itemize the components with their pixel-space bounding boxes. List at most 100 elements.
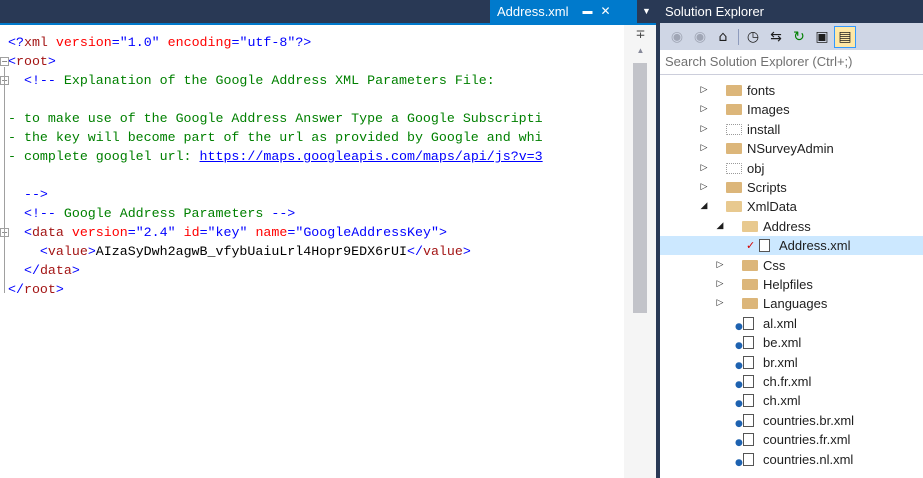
checked-in-icon: ✓	[746, 239, 756, 252]
code-line[interactable]: <!-- Google Address Parameters -->	[0, 204, 624, 223]
collapse-all-icon[interactable]: ▣	[811, 26, 833, 48]
code-token: value	[47, 244, 88, 259]
code-token: >	[438, 225, 447, 240]
tree-item[interactable]: ▷ Helpfiles	[660, 275, 923, 294]
code-token: "2.4"	[135, 225, 176, 240]
code-line[interactable]: -->	[0, 185, 624, 204]
back-icon[interactable]: ◉	[666, 26, 688, 48]
code-token: >	[47, 54, 56, 69]
tree-item-label: NSurveyAdmin	[747, 141, 834, 156]
code-token: <!--	[23, 73, 56, 88]
split-view-icon[interactable]: ∓	[634, 28, 647, 41]
expanded-arrow-icon[interactable]: ◢	[698, 197, 710, 216]
sync-icon[interactable]: ⇆	[765, 26, 787, 48]
code-line[interactable]: </root>	[0, 280, 624, 299]
show-all-files-icon[interactable]: ▤	[834, 25, 856, 48]
code-token: - to make use of the Google Address Answ…	[8, 111, 543, 126]
code-line-text: <?xml version="1.0" encoding="utf-8"?>	[8, 33, 311, 52]
collapse-icon[interactable]: −	[0, 57, 9, 66]
solution-explorer-search[interactable]: Search Solution Explorer (Ctrl+;)	[660, 50, 923, 75]
tree-item-label: fonts	[747, 83, 776, 98]
collapsed-arrow-icon[interactable]: ▷	[698, 139, 710, 158]
collapsed-arrow-icon[interactable]: ▷	[714, 256, 726, 275]
code-token: </	[407, 244, 423, 259]
scroll-thumb[interactable]	[633, 63, 647, 313]
tree-item[interactable]: ▷ NSurveyAdmin	[660, 139, 923, 158]
code-line-text: - complete googlel url: https://maps.goo…	[8, 147, 543, 166]
collapsed-arrow-icon[interactable]: ▷	[714, 294, 726, 313]
history-icon[interactable]: ◷	[742, 26, 764, 48]
tree-item[interactable]: ◢ XmlData	[660, 197, 923, 216]
tree-item[interactable]: ● countries.fr.xml	[660, 430, 923, 449]
tree-item[interactable]: ● be.xml	[660, 333, 923, 352]
tree-item[interactable]: ▷ Scripts	[660, 178, 923, 197]
toolbar-separator	[738, 28, 739, 45]
tree-item[interactable]: ● al.xml	[660, 314, 923, 333]
code-area[interactable]: <?xml version="1.0" encoding="utf-8"?> <r…	[0, 25, 624, 478]
code-token: </	[8, 282, 24, 297]
code-line[interactable]: <data version="2.4" id="key" name="Googl…	[0, 223, 624, 242]
tree-item-label: Images	[747, 102, 790, 117]
collapsed-arrow-icon[interactable]: ▷	[698, 81, 710, 100]
code-token: >	[55, 282, 64, 297]
code-line[interactable]: <root>	[0, 52, 624, 71]
code-token: -->	[23, 187, 48, 202]
forward-icon[interactable]: ◉	[689, 26, 711, 48]
tree-item-label: countries.nl.xml	[763, 452, 854, 467]
code-line[interactable]: - to make use of the Google Address Answ…	[0, 109, 624, 128]
tree-item[interactable]: ◢ Address	[660, 217, 923, 236]
collapsed-arrow-icon[interactable]: ▷	[698, 100, 710, 119]
tree-item-label: al.xml	[763, 316, 797, 331]
code-token: AIzaSyDwh2agwB_vfybUaiuLrl4Hopr9EDX6rUI	[95, 244, 407, 259]
tree-item-label: XmlData	[747, 199, 797, 214]
tree-item[interactable]: ▷ Images	[660, 100, 923, 119]
folder-icon	[726, 182, 742, 193]
code-line[interactable]: - complete googlel url: https://maps.goo…	[0, 147, 624, 166]
tab-dropdown-icon[interactable]: ▼	[637, 0, 656, 23]
tree-item[interactable]: ▷ Languages	[660, 294, 923, 313]
code-line[interactable]	[0, 90, 624, 109]
tree-item[interactable]: ● countries.nl.xml	[660, 450, 923, 469]
tab-address-xml[interactable]: Address.xml ▬ ✕	[490, 0, 637, 23]
xml-editor[interactable]: Address.xml ▬ ✕ ▼ <?xml version="1.0" en…	[0, 0, 656, 478]
expanded-arrow-icon[interactable]: ◢	[714, 217, 726, 236]
tree-item[interactable]: ● ch.fr.xml	[660, 372, 923, 391]
tree-item[interactable]: ▷ obj	[660, 159, 923, 178]
code-line[interactable]: - the key will become part of the url as…	[0, 128, 624, 147]
vertical-scrollbar[interactable]: ∓ ▲	[624, 25, 656, 478]
code-line[interactable]: <value>AIzaSyDwh2agwB_vfybUaiuLrl4Hopr9E…	[0, 242, 624, 261]
tree-item[interactable]: ✓ Address.xml	[660, 236, 923, 255]
tree-item[interactable]: ▷ fonts	[660, 81, 923, 100]
code-token: "key"	[207, 225, 248, 240]
home-icon[interactable]: ⌂	[712, 26, 734, 48]
tree-item[interactable]: ● br.xml	[660, 353, 923, 372]
tab-title: Address.xml	[497, 4, 569, 19]
tree-item-label: install	[747, 122, 781, 137]
collapsed-arrow-icon[interactable]: ▷	[698, 159, 710, 178]
tree-item[interactable]: ● ch.xml	[660, 391, 923, 410]
tree-item-label: Css	[763, 258, 786, 273]
refresh-icon[interactable]: ↻	[788, 26, 810, 48]
code-line[interactable]	[0, 166, 624, 185]
folder-icon	[726, 163, 742, 174]
url-link[interactable]: https://maps.googleapis.com/maps/api/js?…	[200, 149, 543, 164]
collapsed-arrow-icon[interactable]: ▷	[714, 275, 726, 294]
code-line[interactable]: <?xml version="1.0" encoding="utf-8"?>	[0, 33, 624, 52]
code-token: version	[55, 35, 112, 50]
code-line[interactable]: <!-- Explanation of the Google Address X…	[0, 71, 624, 90]
tree-item[interactable]: ▷ install	[660, 120, 923, 139]
collapsed-arrow-icon[interactable]: ▷	[698, 178, 710, 197]
close-icon[interactable]: ✕	[601, 0, 611, 23]
code-token: Explanation of the Google Address XML Pa…	[55, 73, 495, 88]
tree-item[interactable]: ▷ Css	[660, 256, 923, 275]
collapsed-arrow-icon[interactable]: ▷	[698, 120, 710, 139]
code-line[interactable]: </data>	[0, 261, 624, 280]
scroll-up-icon[interactable]: ▲	[634, 45, 647, 57]
tree-item[interactable]: ● countries.br.xml	[660, 411, 923, 430]
code-token: >	[71, 263, 80, 278]
pin-icon[interactable]: ▬	[583, 0, 593, 23]
tree-item-label: Scripts	[747, 180, 787, 195]
